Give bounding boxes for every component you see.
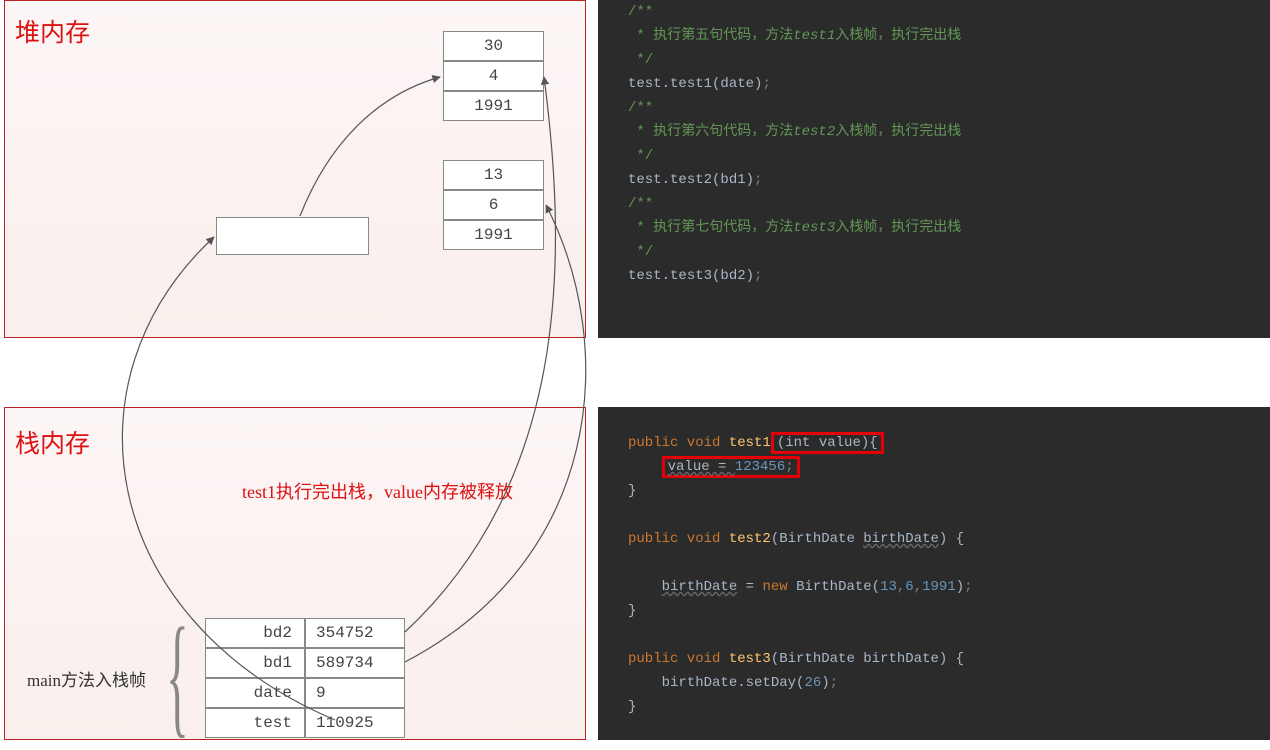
comment-close: */ [628, 244, 653, 260]
method-sig2: ) { [939, 531, 964, 547]
code-block-bottom: public void test1(int value){ value = 12… [598, 407, 1270, 740]
stack-var-name: test [205, 708, 305, 738]
semi: ; [754, 268, 762, 284]
highlight-box: (int value){ [771, 432, 884, 454]
code-call: test2 [670, 172, 712, 188]
comment-body: * 执行第七句代码，方法 [628, 220, 793, 236]
brace-icon: { [166, 608, 189, 743]
comma: , [914, 579, 922, 595]
stack-var-val: 354752 [305, 618, 405, 648]
code-text: test. [628, 76, 670, 92]
eq: = [737, 579, 762, 595]
stack-var-val: 589734 [305, 648, 405, 678]
class-name: BirthDate( [796, 579, 880, 595]
kw-public-void: public void [628, 651, 720, 667]
heap-obj2-day: 13 [443, 160, 544, 190]
brace-close: } [628, 603, 636, 619]
heap-empty-box [216, 217, 369, 255]
method-name: test3 [720, 651, 770, 667]
method-call: setDay [746, 675, 796, 691]
method-sig: (BirthDate birthDate) { [771, 651, 964, 667]
comment-keyword: test3 [793, 220, 835, 236]
code-args: (bd1) [712, 172, 754, 188]
table-row: bd2 354752 [205, 618, 405, 648]
highlight-box: value = 123456; [662, 456, 800, 478]
heap-obj2-month: 6 [443, 190, 544, 220]
param-name: birthDate [863, 531, 939, 547]
table-row: test 110925 [205, 708, 405, 738]
num-literal: 13 [880, 579, 897, 595]
method-sig: (BirthDate [771, 531, 863, 547]
comment-keyword: test1 [793, 28, 835, 44]
method-name: test2 [720, 531, 770, 547]
semi: ; [964, 579, 972, 595]
heap-obj2-year: 1991 [443, 220, 544, 250]
kw-new: new [762, 579, 796, 595]
table-row: date 9 [205, 678, 405, 708]
code-text: birthDate. [662, 675, 746, 691]
heap-object-2: 13 6 1991 [443, 160, 544, 250]
comment-open: /** [628, 100, 653, 116]
comment-tail: 入栈帧，执行完出栈 [835, 28, 961, 44]
stack-panel: 栈内存 test1执行完出栈，value内存被释放 main方法入栈帧 { bd… [4, 407, 586, 740]
num-literal: 6 [905, 579, 913, 595]
table-row: bd1 589734 [205, 648, 405, 678]
comment-close: */ [628, 52, 653, 68]
stack-frame-table: bd2 354752 bd1 589734 date 9 test 110925 [205, 618, 405, 738]
stack-var-name: date [205, 678, 305, 708]
num-literal: 1991 [922, 579, 956, 595]
code-text: test. [628, 172, 670, 188]
num-literal: 123456 [735, 459, 785, 475]
comment-body: * 执行第六句代码，方法 [628, 124, 793, 140]
comment-close: */ [628, 148, 653, 164]
heap-obj1-day: 30 [443, 31, 544, 61]
paren-close: ) [956, 579, 964, 595]
semi: ; [785, 459, 793, 475]
num-literal: 26 [804, 675, 821, 691]
method-name: test1 [720, 435, 770, 451]
stack-var-val: 110925 [305, 708, 405, 738]
semi: ; [754, 172, 762, 188]
brace: { [869, 435, 877, 451]
code-call: test1 [670, 76, 712, 92]
heap-obj1-year: 1991 [443, 91, 544, 121]
kw-public-void: public void [628, 435, 720, 451]
stack-annotation: test1执行完出栈，value内存被释放 [242, 478, 513, 504]
comment-tail: 入栈帧，执行完出栈 [835, 124, 961, 140]
heap-panel: 堆内存 30 4 1991 13 6 1991 [4, 0, 586, 338]
method-sig: (int value) [777, 435, 869, 451]
comment-tail: 入栈帧，执行完出栈 [835, 220, 961, 236]
code-block-top: /** * 执行第五句代码，方法test1入栈帧，执行完出栈 */ test.t… [598, 0, 1270, 338]
heap-obj1-month: 4 [443, 61, 544, 91]
semi: ; [762, 76, 770, 92]
var-name: birthDate [662, 579, 738, 595]
comment-body: * 执行第五句代码，方法 [628, 28, 793, 44]
code-args: (bd2) [712, 268, 754, 284]
var-name: value = [668, 459, 735, 475]
stack-var-name: bd2 [205, 618, 305, 648]
semi: ; [830, 675, 838, 691]
main-frame-label: main方法入栈帧 [27, 666, 146, 691]
brace-close: } [628, 699, 636, 715]
kw-public-void: public void [628, 531, 720, 547]
comment-open: /** [628, 4, 653, 20]
paren-close: ) [821, 675, 829, 691]
comment-keyword: test2 [793, 124, 835, 140]
comment-open: /** [628, 196, 653, 212]
stack-var-val: 9 [305, 678, 405, 708]
stack-var-name: bd1 [205, 648, 305, 678]
heap-object-1: 30 4 1991 [443, 31, 544, 121]
stack-title: 栈内存 [15, 424, 90, 460]
heap-title: 堆内存 [15, 13, 90, 49]
brace-close: } [628, 483, 636, 499]
code-text: test. [628, 268, 670, 284]
code-args: (date) [712, 76, 762, 92]
code-call: test3 [670, 268, 712, 284]
